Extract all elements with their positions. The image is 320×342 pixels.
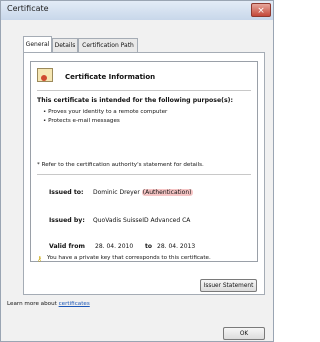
issued-to-tag: (Authentication): [141, 189, 193, 196]
certificate-dialog: Certificate × General Details Certificat…: [0, 0, 274, 342]
issued-by-label: Issued by:: [49, 217, 85, 224]
learn-more: Learn more about certificates: [7, 301, 90, 307]
issued-to-label: Issued to:: [49, 189, 84, 196]
tab-details[interactable]: Details: [52, 38, 78, 52]
title-bar: Certificate ×: [1, 1, 273, 20]
learn-more-text: Learn more about: [7, 301, 59, 307]
key-icon: ⚷: [37, 255, 43, 263]
valid-to-label: to: [145, 243, 152, 250]
ok-button[interactable]: OK: [223, 327, 265, 340]
certificate-info-box: Certificate Information This certificate…: [30, 61, 258, 263]
private-key-note: You have a private key that corresponds …: [47, 255, 211, 261]
purpose-item: • Proves your identity to a remote compu…: [43, 109, 168, 115]
info-title: Certificate Information: [65, 73, 156, 81]
general-panel: Certificate Information This certificate…: [23, 52, 265, 295]
certificates-link[interactable]: certificates: [59, 301, 90, 307]
valid-to-value: 28. 04. 2013: [157, 243, 196, 250]
valid-from-label: Valid from: [49, 243, 85, 250]
purpose-item: • Protects e-mail messages: [43, 118, 120, 124]
divider: [37, 174, 251, 175]
issued-to-name: Dominic Dreyer: [93, 189, 140, 196]
issued-to-value: Dominic Dreyer (Authentication): [93, 189, 193, 196]
tab-certification-path[interactable]: Certification Path: [78, 38, 138, 52]
certificate-icon: [37, 68, 53, 82]
window-title: Certificate: [7, 4, 49, 13]
issued-by-value: QuoVadis SuisseID Advanced CA: [93, 217, 191, 224]
tab-general[interactable]: General: [23, 36, 52, 52]
divider: [37, 90, 251, 91]
refer-note: * Refer to the certification authority's…: [37, 162, 204, 168]
valid-from-value: 28. 04. 2010: [95, 243, 134, 250]
issuer-statement-button[interactable]: Issuer Statement: [200, 279, 257, 292]
purpose-header: This certificate is intended for the fol…: [37, 97, 233, 104]
close-button[interactable]: ×: [251, 3, 271, 17]
